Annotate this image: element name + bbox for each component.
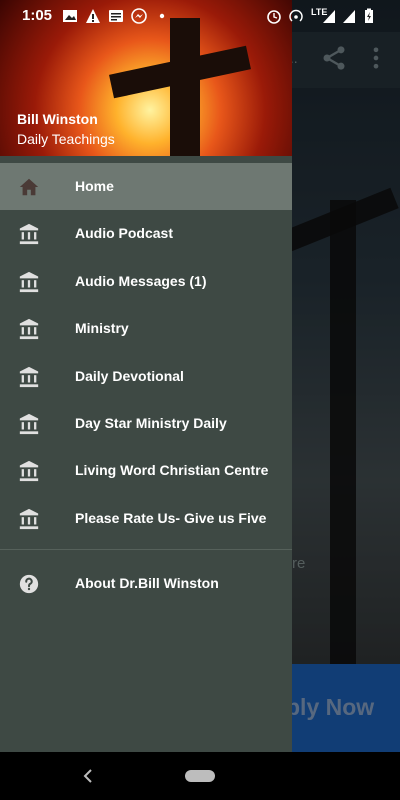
bank-icon: [19, 413, 39, 435]
hotspot-icon: [289, 9, 303, 22]
battery-icon: [365, 8, 373, 23]
menu-item-daily-devotional[interactable]: Daily Devotional: [0, 353, 292, 400]
drawer-header-title: Bill Winston: [17, 111, 98, 127]
signal-icon: [343, 10, 355, 23]
bank-icon: [19, 224, 39, 245]
menu-item-rate-us[interactable]: Please Rate Us- Give us Five: [0, 495, 292, 542]
bank-icon: [19, 508, 39, 529]
menu-item-label: Home: [75, 178, 114, 194]
bank-icon: [19, 271, 39, 292]
menu-item-audio-podcast[interactable]: Audio Podcast: [0, 210, 292, 257]
menu-item-label: Ministry: [75, 320, 129, 337]
menu-item-audio-messages[interactable]: Audio Messages (1): [0, 258, 292, 305]
navigation-drawer: Bill Winston Daily Teachings Home Audio …: [0, 0, 292, 752]
news-icon: [109, 10, 123, 22]
menu-item-label: About Dr.Bill Winston: [75, 575, 219, 591]
bank-icon: [19, 319, 39, 340]
signal-icon: [323, 10, 335, 23]
menu-item-label: Daily Devotional: [75, 367, 184, 384]
home-pill-button[interactable]: [185, 770, 215, 782]
menu-item-label: Please Rate Us- Give us Five: [75, 509, 267, 526]
drawer-header-subtitle: Daily Teachings: [17, 131, 115, 147]
menu-divider: [0, 549, 292, 550]
warning-icon: [86, 9, 100, 23]
menu-item-label: Audio Messages (1): [75, 272, 207, 289]
dot-icon: [159, 13, 165, 19]
drawer-menu: Home Audio Podcast Audio Messages (1) Mi…: [0, 163, 292, 542]
menu-item-label: Living Word Christian Centre: [75, 462, 269, 479]
menu-item-label: Audio Podcast: [75, 225, 174, 242]
system-nav-bar: [0, 752, 400, 800]
menu-item-day-star-ministry[interactable]: Day Star Ministry Daily: [0, 400, 292, 447]
menu-item-about[interactable]: About Dr.Bill Winston: [0, 560, 292, 607]
help-icon: [19, 574, 39, 594]
home-icon: [19, 178, 39, 196]
header-cross-post: [170, 18, 200, 156]
menu-item-living-word[interactable]: Living Word Christian Centre: [0, 447, 292, 494]
menu-item-home[interactable]: Home: [0, 163, 292, 211]
alarm-icon: [267, 10, 281, 24]
bank-icon: [19, 366, 39, 387]
bank-icon: [19, 461, 39, 482]
menu-item-label: Day Star Ministry Daily: [75, 414, 227, 431]
menu-item-ministry[interactable]: Ministry: [0, 305, 292, 352]
image-icon: [63, 10, 77, 22]
messenger-icon: [131, 8, 147, 24]
back-icon[interactable]: [78, 766, 98, 786]
status-time: 1:05: [22, 7, 53, 24]
status-bar: 1:05 LTE: [0, 0, 400, 32]
